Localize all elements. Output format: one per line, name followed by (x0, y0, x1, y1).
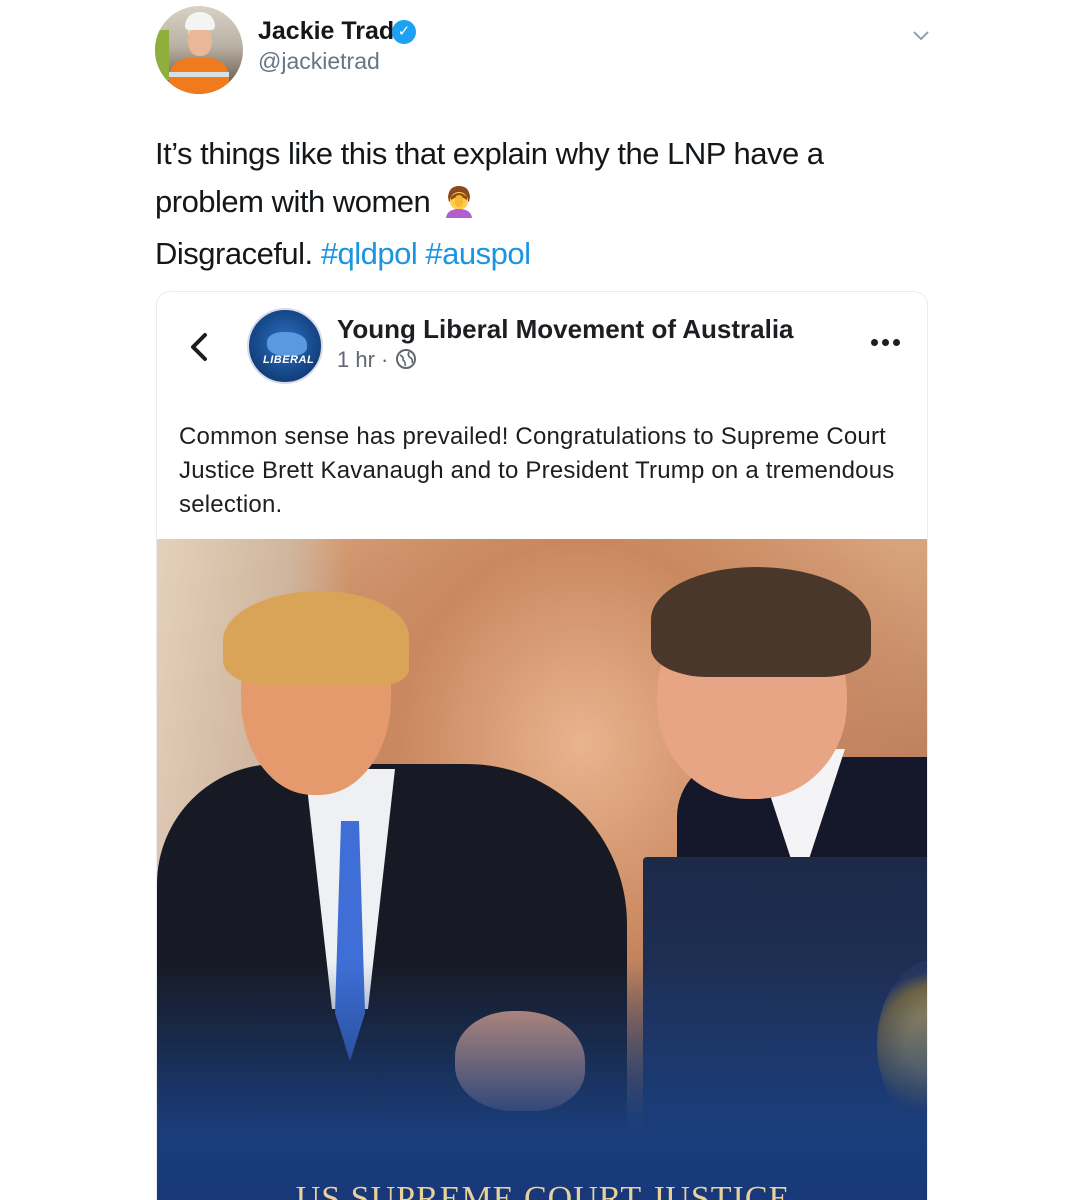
more-options-icon[interactable] (865, 332, 905, 352)
avatar-vest-stripe (169, 72, 229, 77)
tweet-text-disgraceful: Disgraceful. (155, 236, 313, 271)
face-palm-emoji-icon (446, 186, 473, 218)
avatar-background (155, 30, 169, 80)
image-figure-right-hair (651, 567, 871, 677)
hashtag-link[interactable]: #auspol (425, 236, 531, 271)
back-arrow-icon[interactable] (187, 330, 211, 364)
author-name[interactable]: Jackie Trad (258, 17, 394, 46)
avatar-helmet (185, 12, 215, 30)
tweet-text: It’s things like this that explain why t… (155, 130, 915, 226)
author-handle[interactable]: @jackietrad (258, 48, 380, 75)
post-body: Common sense has prevailed! Congratulati… (179, 423, 895, 518)
page-name[interactable]: Young Liberal Movement of Australia (337, 314, 794, 345)
globe-icon (396, 349, 416, 369)
image-gradient-overlay (157, 962, 927, 1200)
post-time: 1 hr · (337, 347, 389, 372)
australia-map-icon (267, 332, 307, 356)
chevron-down-icon[interactable] (911, 25, 931, 45)
tweet-text-line1: It’s things like this that explain why t… (155, 136, 824, 219)
hashtag-link[interactable]: #qldpol (321, 236, 418, 271)
avatar-face (188, 26, 212, 56)
page-logo[interactable]: LIBERAL (247, 308, 323, 384)
logo-text: LIBERAL (263, 354, 315, 366)
image-figure-left-hair (223, 591, 409, 686)
verified-badge-icon: ✓ (392, 20, 416, 44)
tweet-text-line2: Disgraceful. #qldpol #auspol (155, 236, 531, 272)
author-avatar[interactable] (155, 6, 243, 94)
image-caption: US SUPREME COURT JUSTICE (295, 1180, 791, 1200)
embedded-post-card[interactable]: LIBERAL Young Liberal Movement of Austra… (156, 291, 928, 1200)
post-image[interactable]: US SUPREME COURT JUSTICE (157, 539, 927, 1200)
